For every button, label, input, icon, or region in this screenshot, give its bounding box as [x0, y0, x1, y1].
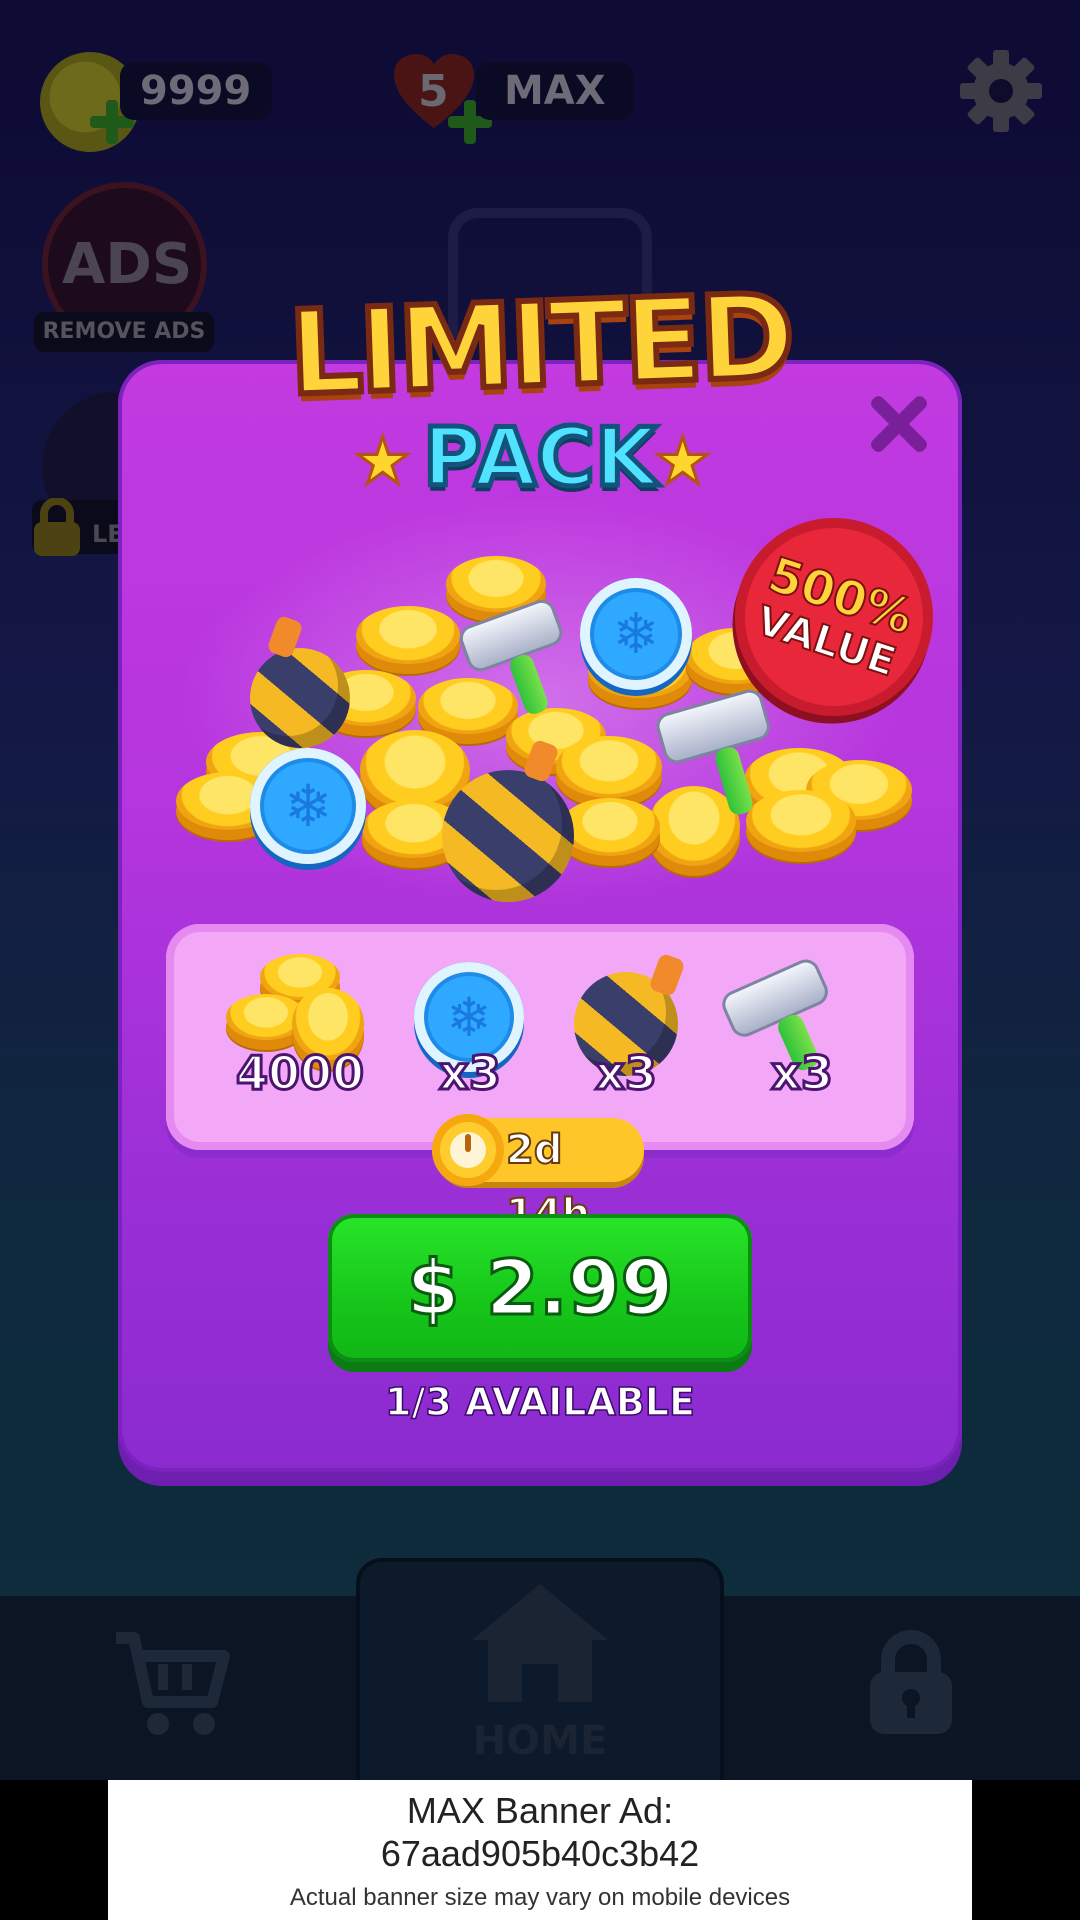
item-qty-freeze: x3	[438, 1046, 503, 1100]
item-qty-hammer: x3	[770, 1046, 835, 1100]
title-limited: LIMITED	[284, 266, 797, 424]
ad-banner-note: Actual banner size may vary on mobile de…	[289, 1884, 791, 1911]
star-icon: ★	[652, 425, 712, 499]
settings-gear-icon[interactable]	[958, 48, 1044, 134]
coin-count: 9999	[140, 68, 252, 114]
ad-banner-title: MAX Banner Ad:	[406, 1790, 674, 1831]
lock-icon	[30, 497, 84, 558]
home-icon	[466, 1578, 614, 1708]
coin-counter: 9999	[120, 62, 272, 120]
lives-count: 5	[418, 66, 449, 117]
ad-banner-id: 67aad905b40c3b42	[380, 1833, 700, 1874]
stopwatch-icon	[432, 1114, 504, 1186]
timer-text: 2d 14h	[505, 1126, 591, 1238]
buy-button[interactable]: $ 2.99	[328, 1214, 752, 1362]
lives-status: MAX	[476, 62, 634, 120]
ads-icon-text: ADS	[62, 232, 193, 297]
star-icon: ★	[352, 425, 412, 499]
item-qty-bomb: x3	[594, 1046, 659, 1100]
home-label: HOME	[472, 1718, 608, 1764]
close-icon[interactable]	[866, 392, 930, 456]
remove-ads-label: REMOVE ADS	[34, 312, 214, 352]
locked-tab-icon[interactable]	[866, 1630, 956, 1736]
shop-cart-icon[interactable]	[112, 1630, 232, 1740]
offer-timer: 2d 14h	[432, 1114, 644, 1238]
availability-text: 1/3 AVAILABLE	[384, 1379, 695, 1425]
item-qty-coins: 4000	[234, 1046, 365, 1100]
lives-status-text: MAX	[504, 68, 606, 114]
